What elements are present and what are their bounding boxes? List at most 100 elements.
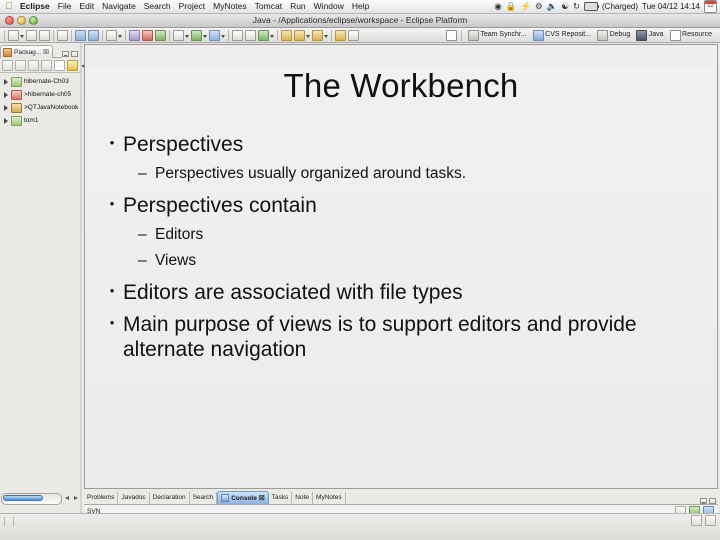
open-task-icon[interactable] — [245, 29, 256, 41]
link-with-editor-icon[interactable] — [54, 59, 65, 71]
menubar-item-file[interactable]: File — [54, 0, 76, 13]
run-icon[interactable] — [88, 29, 99, 41]
perspective-java[interactable]: Java — [634, 29, 665, 41]
project-folder-icon — [11, 89, 22, 100]
new-java-class-dropdown-icon[interactable] — [118, 30, 123, 41]
expand-arrow-icon[interactable] — [2, 90, 9, 99]
perspective-cvs-repository[interactable]: CVS Reposit... — [531, 29, 593, 41]
menubar-item-project[interactable]: Project — [175, 0, 209, 13]
open-type-icon[interactable] — [232, 29, 243, 41]
minimize-console-button[interactable] — [700, 498, 707, 504]
bluetooth-icon[interactable]: ⚙ — [535, 0, 543, 13]
scroll-left-icon[interactable] — [64, 494, 71, 503]
run-last-icon[interactable] — [209, 29, 220, 41]
next-annotation-icon[interactable] — [258, 29, 269, 41]
bullet-perspectives: • Perspectives — [101, 133, 717, 158]
bullet-marker: – — [138, 251, 147, 269]
previous-edit-dropdown-icon[interactable] — [324, 30, 329, 41]
pin-editor-icon[interactable] — [348, 29, 359, 41]
package-explorer-hscrollbar[interactable] — [0, 492, 80, 505]
tomcat-restart-icon[interactable] — [155, 29, 166, 41]
wifi-icon[interactable]: ☯ — [561, 0, 569, 13]
tree-item-hibernate-ch05[interactable]: >hibernate-ch05 — [2, 88, 80, 101]
tab-close-icon[interactable]: ☒ — [43, 48, 49, 56]
expand-arrow-icon[interactable] — [2, 116, 9, 125]
perspective-debug[interactable]: Debug — [595, 29, 632, 41]
expand-arrow-icon[interactable] — [2, 77, 9, 86]
menubar-item-tomcat[interactable]: Tomcat — [251, 0, 286, 13]
menubar-item-help[interactable]: Help — [348, 0, 373, 13]
sync-icon[interactable]: ↻ — [573, 0, 580, 13]
debug-icon[interactable] — [75, 29, 86, 41]
menubar-item-navigate[interactable]: Navigate — [98, 0, 140, 13]
calendar-icon[interactable]: 12 — [704, 0, 717, 13]
tab-search[interactable]: Search — [190, 492, 218, 504]
search-dropdown-icon[interactable] — [185, 30, 190, 41]
slide-bullet-list: • Perspectives – Perspectives usually or… — [85, 133, 717, 363]
scrollbar-track[interactable] — [1, 492, 62, 505]
bullet-editors-file-types: • Editors are associated with file types — [101, 281, 717, 306]
tomcat-start-icon[interactable] — [129, 29, 140, 41]
menubar-item-edit[interactable]: Edit — [75, 0, 98, 13]
tree-item-hibernate-ch03[interactable]: hibernate-Ch03 — [2, 75, 80, 88]
tab-mynotes[interactable]: MyNotes — [313, 492, 346, 504]
maximize-view-button[interactable] — [71, 51, 78, 57]
view-menu-filter-icon[interactable] — [67, 59, 78, 71]
back-icon[interactable] — [281, 29, 292, 41]
back-history-icon[interactable] — [2, 59, 13, 71]
build-icon[interactable] — [57, 29, 68, 41]
time-machine-icon[interactable]: ◉ — [494, 0, 501, 13]
battery-icon[interactable] — [584, 2, 599, 11]
tree-item-qtjavanotebook[interactable]: >QTJavaNotebook — [2, 101, 80, 114]
print-icon[interactable] — [39, 29, 50, 41]
save-icon[interactable] — [26, 29, 37, 41]
perspective-team-synchronizing[interactable]: Team Synchr... — [466, 29, 529, 41]
maximize-console-button[interactable] — [709, 498, 716, 504]
resize-grip-icon[interactable] — [705, 515, 716, 526]
menubar-item-window[interactable]: Window — [310, 0, 348, 13]
forward-history-icon[interactable] — [15, 59, 26, 71]
tab-problems[interactable]: Problems — [84, 492, 119, 504]
menubar-item-eclipse[interactable]: Eclipse — [16, 0, 54, 13]
new-java-class-icon[interactable] — [106, 29, 117, 41]
previous-edit-icon[interactable] — [312, 29, 323, 41]
new-wizard-icon[interactable] — [8, 29, 19, 41]
external-tools-dropdown-icon[interactable] — [203, 30, 208, 41]
tab-declaration[interactable]: Declaration — [150, 492, 190, 504]
run-last-dropdown-icon[interactable] — [221, 30, 226, 41]
scroll-right-icon[interactable] — [72, 494, 79, 503]
lock-icon[interactable]: 🔒 — [506, 0, 517, 13]
tab-close-icon[interactable]: ☒ — [259, 492, 265, 505]
menubar-item-run[interactable]: Run — [286, 0, 310, 13]
scrollbar-thumb[interactable] — [3, 494, 43, 501]
java-perspective-icon — [636, 29, 648, 41]
collapse-all-icon[interactable] — [41, 59, 52, 71]
menubar-item-search[interactable]: Search — [140, 0, 175, 13]
forward-dropdown-icon[interactable] — [306, 30, 311, 41]
power-icon[interactable]: ⚡ — [520, 0, 531, 13]
new-wizard-dropdown-icon[interactable] — [20, 30, 25, 41]
subbullet-editors: – Editors — [101, 226, 717, 245]
tomcat-stop-icon[interactable] — [142, 29, 153, 41]
tab-package-explorer[interactable]: Packag... ☒ — [0, 45, 53, 58]
minimize-view-button[interactable] — [62, 51, 69, 57]
up-one-level-icon[interactable] — [28, 59, 39, 71]
clock-label[interactable]: Tue 04/12 14:14 — [642, 2, 700, 11]
apple-logo-icon[interactable]:  — [2, 1, 16, 12]
perspective-resource[interactable]: Resource — [668, 29, 714, 41]
volume-icon[interactable]: 🔈 — [547, 0, 558, 13]
tab-javadoc[interactable]: Javadoc — [118, 492, 150, 504]
search-icon[interactable] — [173, 29, 184, 41]
sash-divider[interactable] — [80, 43, 82, 513]
external-tools-icon[interactable] — [191, 29, 202, 41]
tab-note[interactable]: Note — [292, 492, 314, 504]
open-resource-icon[interactable] — [335, 29, 346, 41]
next-annotation-dropdown-icon[interactable] — [270, 30, 275, 41]
menubar-item-mynotes[interactable]: MyNotes — [209, 0, 251, 13]
open-perspective-icon[interactable] — [445, 29, 457, 41]
tab-console[interactable]: Console ☒ — [217, 491, 269, 505]
forward-icon[interactable] — [294, 29, 305, 41]
tab-tasks[interactable]: Tasks — [269, 492, 293, 504]
tree-item-tom1[interactable]: tom1 — [2, 114, 80, 127]
expand-arrow-icon[interactable] — [2, 103, 9, 112]
